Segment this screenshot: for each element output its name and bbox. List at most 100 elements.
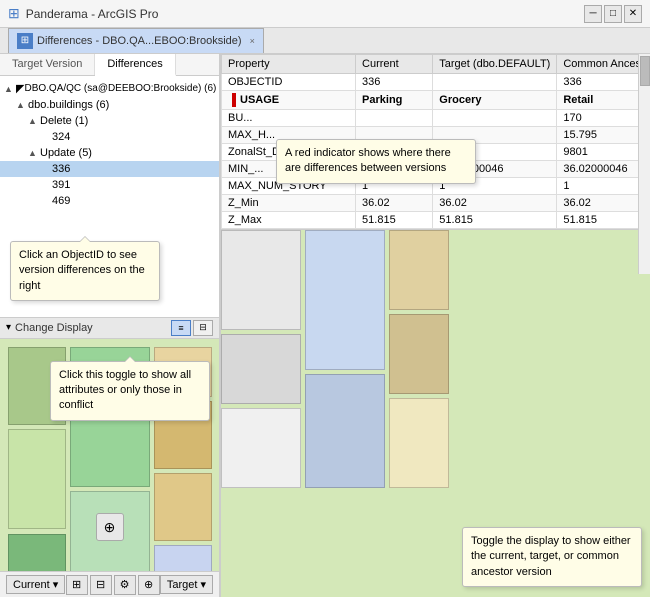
table-row: Z_Max51.81551.81551.815 xyxy=(222,212,650,229)
cell-ancestor: 336 xyxy=(557,74,650,91)
ribbon-tab-differences[interactable]: ⊞ Differences - DBO.QA...EBOO:Brookside)… xyxy=(8,28,264,53)
cell-property: OBJECTID xyxy=(222,74,356,91)
table-row: BU...170 xyxy=(222,110,650,127)
tab-close-btn[interactable]: × xyxy=(250,36,255,46)
rmap-2 xyxy=(221,334,301,404)
cell-ancestor: 15.795 xyxy=(557,127,650,144)
cell-ancestor: 36.02000046 xyxy=(557,161,650,178)
current-btn-label: Current ▾ xyxy=(13,578,58,591)
table-row: OBJECTID336336 xyxy=(222,74,650,91)
tree-336-label: 336 xyxy=(52,163,70,175)
maximize-btn[interactable]: □ xyxy=(604,5,622,23)
rmap-8 xyxy=(389,398,449,488)
tab-target-version[interactable]: Target Version xyxy=(0,54,95,75)
cell-ancestor: Retail xyxy=(557,91,650,110)
rmap-3 xyxy=(221,408,301,488)
main-container: Target Version Differences ▲ ◤ DBO.QA/QC… xyxy=(0,54,650,597)
title-bar: ⊞ Panderama - ArcGIS Pro ─ □ ✕ xyxy=(0,0,650,28)
tooltip-objectid: Click an ObjectID to see version differe… xyxy=(10,241,160,301)
tree-item-324[interactable]: 324 xyxy=(0,129,219,145)
tooltip-display-text: Toggle the display to show either the cu… xyxy=(471,535,631,578)
display-icons: ≡ ⊟ xyxy=(171,320,213,336)
scrollbar[interactable] xyxy=(638,54,650,274)
col-ancestor: Common Ancestor xyxy=(557,55,650,74)
tree-item-buildings[interactable]: ▲ dbo.buildings (6) xyxy=(0,97,219,113)
cell-current: 51.815 xyxy=(356,212,433,229)
col-property: Property xyxy=(222,55,356,74)
tree-item-label: ◤ xyxy=(16,82,24,95)
cell-target xyxy=(433,74,557,91)
table-row: Z_Min36.0236.0236.02 xyxy=(222,195,650,212)
settings-btn[interactable]: ⚙ xyxy=(114,575,136,595)
tree-item-336[interactable]: 336 xyxy=(0,161,219,177)
tree-391-label: 391 xyxy=(52,179,70,191)
cell-ancestor: 170 xyxy=(557,110,650,127)
title-bar-controls: ─ □ ✕ xyxy=(584,5,642,23)
cell-property: USAGE xyxy=(222,91,356,110)
cell-target: 36.02 xyxy=(433,195,557,212)
target-btn-label: Target ▾ xyxy=(167,578,206,591)
map-shape-9 xyxy=(154,545,212,572)
ribbon-tab-bar: ⊞ Differences - DBO.QA...EBOO:Brookside)… xyxy=(0,28,650,54)
toolbar-icon-group: ⊞ ⊟ ⚙ ⊕ xyxy=(66,575,160,595)
map-shape-3 xyxy=(8,534,66,572)
zoom-out-btn[interactable]: ⊟ xyxy=(90,575,112,595)
panel-tabs: Target Version Differences xyxy=(0,54,219,76)
cell-property: Z_Min xyxy=(222,195,356,212)
cell-target: 51.815 xyxy=(433,212,557,229)
target-btn[interactable]: Target ▾ xyxy=(160,575,213,594)
table-view-btn[interactable]: ≡ xyxy=(171,320,191,336)
map-shape-8 xyxy=(154,473,212,541)
map-shape-2 xyxy=(8,429,66,529)
cell-current: 336 xyxy=(356,74,433,91)
tab-icon: ⊞ xyxy=(17,33,33,49)
change-display-chevron: ▾ xyxy=(6,322,11,333)
scroll-thumb[interactable] xyxy=(640,56,650,86)
cell-ancestor: 1 xyxy=(557,178,650,195)
map-area: Click this toggle to show all attributes… xyxy=(0,339,219,572)
cell-ancestor: 51.815 xyxy=(557,212,650,229)
zoom-fit-btn[interactable]: ⊞ xyxy=(66,575,88,595)
tree-delete-label: Delete (1) xyxy=(40,115,88,127)
cell-current: Parking xyxy=(356,91,433,110)
cell-ancestor: 36.02 xyxy=(557,195,650,212)
tree-item-root[interactable]: ▲ ◤ DBO.QA/QC (sa@DEEBOO:Brookside) (6) xyxy=(0,80,219,97)
grid-view-btn[interactable]: ⊟ xyxy=(193,320,213,336)
right-panel: Property Current Target (dbo.DEFAULT) Co… xyxy=(220,54,650,597)
tooltip-red-indicator: A red indicator shows where there are di… xyxy=(276,139,476,184)
expand-icon-4: ▲ xyxy=(28,148,40,158)
cell-property: Z_Max xyxy=(222,212,356,229)
tree-item-delete[interactable]: ▲ Delete (1) xyxy=(0,113,219,129)
tree-item-469[interactable]: 469 xyxy=(0,193,219,209)
tree-root-label: DBO.QA/QC (sa@DEEBOO:Brookside) (6) xyxy=(24,83,216,94)
tree-container[interactable]: ▲ ◤ DBO.QA/QC (sa@DEEBOO:Brookside) (6) … xyxy=(0,76,219,317)
expand-icon-3: ▲ xyxy=(28,116,40,126)
bottom-toolbar: Current ▾ ⊞ ⊟ ⚙ ⊕ Target ▾ xyxy=(0,571,219,597)
expand-icon: ▲ xyxy=(4,84,16,94)
tree-buildings-label: dbo.buildings (6) xyxy=(28,99,109,111)
col-current: Current xyxy=(356,55,433,74)
rmap-6 xyxy=(389,230,449,310)
close-btn[interactable]: ✕ xyxy=(624,5,642,23)
rmap-5 xyxy=(305,374,385,488)
tab-differences[interactable]: Differences xyxy=(95,54,175,76)
tree-item-update[interactable]: ▲ Update (5) xyxy=(0,145,219,161)
rmap-7 xyxy=(389,314,449,394)
tree-469-label: 469 xyxy=(52,195,70,207)
cell-current: 36.02 xyxy=(356,195,433,212)
tree-324-label: 324 xyxy=(52,131,70,143)
rmap-4 xyxy=(305,230,385,370)
tab-label: Differences - DBO.QA...EBOO:Brookside) xyxy=(37,35,242,47)
tooltip-red-text: A red indicator shows where there are di… xyxy=(285,147,451,174)
change-display-bar: ▾ Change Display ≡ ⊟ xyxy=(0,317,219,339)
minimize-btn[interactable]: ─ xyxy=(584,5,602,23)
tree-update-label: Update (5) xyxy=(40,147,92,159)
tooltip-display: Toggle the display to show either the cu… xyxy=(462,527,642,587)
cell-ancestor: 9801 xyxy=(557,144,650,161)
add-btn[interactable]: ⊕ xyxy=(138,575,160,595)
left-panel: Target Version Differences ▲ ◤ DBO.QA/QC… xyxy=(0,54,220,597)
tooltip-toggle-text: Click this toggle to show all attributes… xyxy=(59,369,191,412)
tree-item-391[interactable]: 391 xyxy=(0,177,219,193)
rmap-1 xyxy=(221,230,301,330)
current-btn[interactable]: Current ▾ xyxy=(6,575,65,594)
